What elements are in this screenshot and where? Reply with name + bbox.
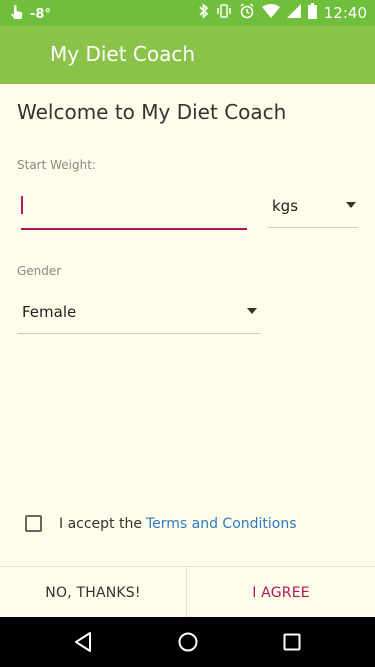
alarm-icon [239, 3, 255, 23]
gender-value: Female [22, 303, 77, 321]
status-bar: -8° 12:40 [0, 0, 375, 26]
gender-label: Gender [17, 264, 62, 278]
terms-link[interactable]: Terms and Conditions [146, 516, 297, 532]
footer-actions: NO, THANKS! I AGREE [0, 566, 375, 618]
text-cursor [21, 196, 23, 214]
battery-icon [307, 3, 317, 23]
app-title: My Diet Coach [50, 42, 196, 66]
system-nav-bar [0, 617, 375, 667]
clock-text: 12:40 [323, 4, 367, 22]
wifi-icon [261, 4, 280, 22]
signal-icon [286, 4, 301, 22]
terms-text: I accept the [59, 515, 142, 532]
recents-icon[interactable] [283, 633, 301, 655]
start-weight-input[interactable] [21, 190, 247, 230]
app-bar: My Diet Coach [0, 26, 375, 84]
no-thanks-button[interactable]: NO, THANKS! [0, 567, 187, 618]
i-agree-button[interactable]: I AGREE [187, 567, 375, 618]
home-icon[interactable] [177, 631, 199, 657]
terms-row: I accept the Terms and Conditions [25, 515, 297, 532]
dropdown-arrow-icon [247, 308, 257, 314]
main-content: Welcome to My Diet Coach Start Weight: k… [0, 84, 375, 566]
dropdown-arrow-icon [346, 202, 356, 208]
gender-select[interactable]: Female [17, 292, 260, 334]
bluetooth-icon [199, 3, 209, 23]
weight-unit-value: kgs [272, 197, 299, 215]
back-icon[interactable] [73, 631, 93, 657]
terms-checkbox[interactable] [25, 515, 42, 532]
weight-unit-select[interactable]: kgs [268, 187, 358, 228]
touch-icon [10, 4, 24, 24]
temperature-text: -8° [30, 6, 51, 22]
vibrate-icon [216, 3, 232, 23]
welcome-heading: Welcome to My Diet Coach [17, 100, 287, 124]
start-weight-label: Start Weight: [17, 158, 96, 172]
